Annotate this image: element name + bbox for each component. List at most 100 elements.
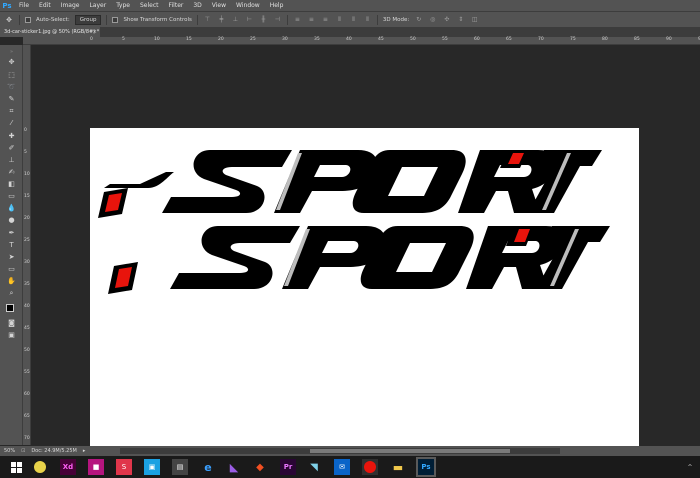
hand-tool-icon[interactable]: ✋ (6, 276, 17, 286)
menu-type[interactable]: Type (111, 0, 135, 11)
quick-mask-icon[interactable]: ◙ (6, 318, 17, 328)
ruler-tick-label: 90 (666, 37, 672, 42)
pen-tool-icon[interactable]: ✒ (6, 228, 17, 238)
3d-roll-icon[interactable]: ◎ (428, 16, 437, 24)
file-explorer-icon[interactable]: ▬ (390, 459, 406, 475)
type-tool-icon[interactable]: T (6, 240, 17, 250)
distribute-right-icon[interactable]: ⦀ (363, 16, 372, 24)
left-ruler[interactable]: 051015202530354045505560657075 (23, 45, 31, 463)
close-tab-icon[interactable]: × (92, 27, 97, 37)
windows-start-icon[interactable] (8, 459, 24, 475)
menu-edit[interactable]: Edit (34, 0, 56, 11)
marquee-tool-icon[interactable]: ⬚ (6, 70, 17, 80)
app-b-icon[interactable]: ◥ (306, 459, 322, 475)
auto-select-checkbox[interactable] (25, 16, 31, 23)
zoom-level[interactable]: 50% (4, 448, 15, 454)
eyedropper-tool-icon[interactable]: ⁄ (6, 118, 17, 128)
ruler-tick-label: 65 (506, 37, 512, 42)
ruler-tick-label: 45 (378, 37, 384, 42)
ruler-tick-label: 40 (346, 37, 352, 42)
3d-slide-icon[interactable]: ⇕ (456, 16, 465, 24)
visual-studio-icon[interactable]: ◣ (226, 459, 242, 475)
adobe-xd-icon[interactable]: Xd (60, 459, 76, 475)
quick-select-tool-icon[interactable]: ✎ (6, 94, 17, 104)
git-app-icon[interactable]: ◆ (252, 459, 268, 475)
crop-tool-icon[interactable]: ⌗ (6, 106, 17, 116)
align-bottom-icon[interactable]: ⊥ (231, 16, 240, 24)
move-tool-icon[interactable]: ✥ (6, 57, 17, 67)
menu-filter[interactable]: Filter (164, 0, 189, 11)
move-tool-icon[interactable]: ✥ (4, 15, 14, 25)
ruler-tick-label: 5 (122, 37, 125, 42)
horizontal-scrollbar[interactable] (120, 448, 560, 454)
auto-select-dropdown[interactable]: Group (74, 14, 102, 25)
system-tray-arrow-icon[interactable]: ^ (684, 459, 696, 475)
dodge-tool-icon[interactable]: ● (6, 215, 17, 225)
healing-brush-tool-icon[interactable]: ✚ (6, 131, 17, 141)
menu-image[interactable]: Image (56, 0, 85, 11)
menu-view[interactable]: View (207, 0, 231, 11)
menu-file[interactable]: File (14, 0, 34, 11)
distribute-middle-icon[interactable]: ≡ (307, 16, 316, 24)
status-icon[interactable]: ⊡ (21, 448, 25, 454)
3d-scale-icon[interactable]: ◫ (470, 16, 479, 24)
distribute-bottom-icon[interactable]: ≡ (321, 16, 330, 24)
separator (376, 14, 378, 25)
menu-layer[interactable]: Layer (84, 0, 111, 11)
zoom-tool-icon[interactable]: ⌕ (6, 288, 17, 298)
distribute-center-icon[interactable]: ⦀ (349, 16, 358, 24)
lasso-tool-icon[interactable]: ➰ (6, 82, 17, 92)
photoshop-taskbar-icon[interactable]: Ps (416, 457, 436, 477)
ruler-tick-label: 80 (602, 37, 608, 42)
outlook-icon[interactable]: ✉ (334, 459, 350, 475)
3d-rotate-icon[interactable]: ↻ (414, 16, 423, 24)
3d-drag-icon[interactable]: ✣ (442, 16, 451, 24)
toolbox-grip-icon[interactable]: » (6, 47, 17, 57)
status-menu-arrow-icon[interactable]: ▸ (83, 448, 86, 454)
blur-tool-icon[interactable]: 💧 (6, 203, 17, 213)
path-select-tool-icon[interactable]: ➤ (6, 252, 17, 262)
media-player-icon[interactable] (32, 459, 48, 475)
scrollbar-thumb[interactable] (310, 449, 510, 453)
align-middle-icon[interactable]: ╪ (217, 16, 226, 24)
clone-stamp-tool-icon[interactable]: ⊥ (6, 155, 17, 165)
history-brush-tool-icon[interactable]: ✍ (6, 167, 17, 177)
toolbox: » ✥ ⬚ ➰ ✎ ⌗ ⁄ ✚ ✐ ⊥ ✍ ◧ ▭ 💧 ● ✒ T ➤ ▭ ✋ … (0, 45, 23, 445)
menu-help[interactable]: Help (265, 0, 289, 11)
align-left-icon[interactable]: ⊢ (245, 16, 254, 24)
transform-controls-label: Show Transform Controls (123, 16, 192, 23)
distribute-top-icon[interactable]: ≡ (293, 16, 302, 24)
indesign-icon[interactable]: ■ (88, 459, 104, 475)
ruler-tick-label: 0 (90, 37, 93, 42)
foreground-color-swatch[interactable] (6, 304, 14, 312)
shape-tool-icon[interactable]: ▭ (6, 264, 17, 274)
options-bar: ✥ Auto-Select: Group Show Transform Cont… (0, 11, 700, 27)
sketch-app-icon[interactable]: S (116, 459, 132, 475)
top-ruler[interactable]: 05101520253035404550556065707580859095 (23, 37, 700, 45)
gradient-tool-icon[interactable]: ▭ (6, 191, 17, 201)
eraser-tool-icon[interactable]: ◧ (6, 179, 17, 189)
ruler-tick-label: 40 (24, 304, 30, 309)
transform-controls-checkbox[interactable] (112, 16, 119, 23)
premiere-icon[interactable]: Pr (280, 459, 296, 475)
screen-mode-icon[interactable]: ▣ (6, 330, 17, 340)
align-right-icon[interactable]: ⊣ (273, 16, 282, 24)
distribute-left-icon[interactable]: ⦀ (335, 16, 344, 24)
menu-window[interactable]: Window (231, 0, 265, 11)
menu-select[interactable]: Select (135, 0, 164, 11)
document-modified-marker: * (96, 29, 100, 35)
document-canvas[interactable] (90, 128, 639, 446)
ruler-tick-label: 15 (186, 37, 192, 42)
align-center-icon[interactable]: ╫ (259, 16, 268, 24)
windows-taskbar: Xd ■ S ▣ ▤ e ◣ ◆ Pr ◥ ✉ ▬ Ps ^ (0, 456, 700, 478)
brush-tool-icon[interactable]: ✐ (6, 143, 17, 153)
edge-browser-icon[interactable]: e (200, 459, 216, 475)
photos-app-icon[interactable]: ▤ (172, 459, 188, 475)
store-app-icon[interactable]: ▣ (144, 459, 160, 475)
menu-3d[interactable]: 3D (188, 0, 206, 11)
auto-select-label: Auto-Select: (36, 16, 70, 23)
ruler-tick-label: 60 (24, 392, 30, 397)
screen-recorder-icon[interactable] (362, 459, 378, 475)
document-tab[interactable]: 3d-car-sticker1.jpg @ 50% (RGB/8#) * × (0, 27, 100, 37)
align-top-icon[interactable]: ⊤ (203, 16, 212, 24)
